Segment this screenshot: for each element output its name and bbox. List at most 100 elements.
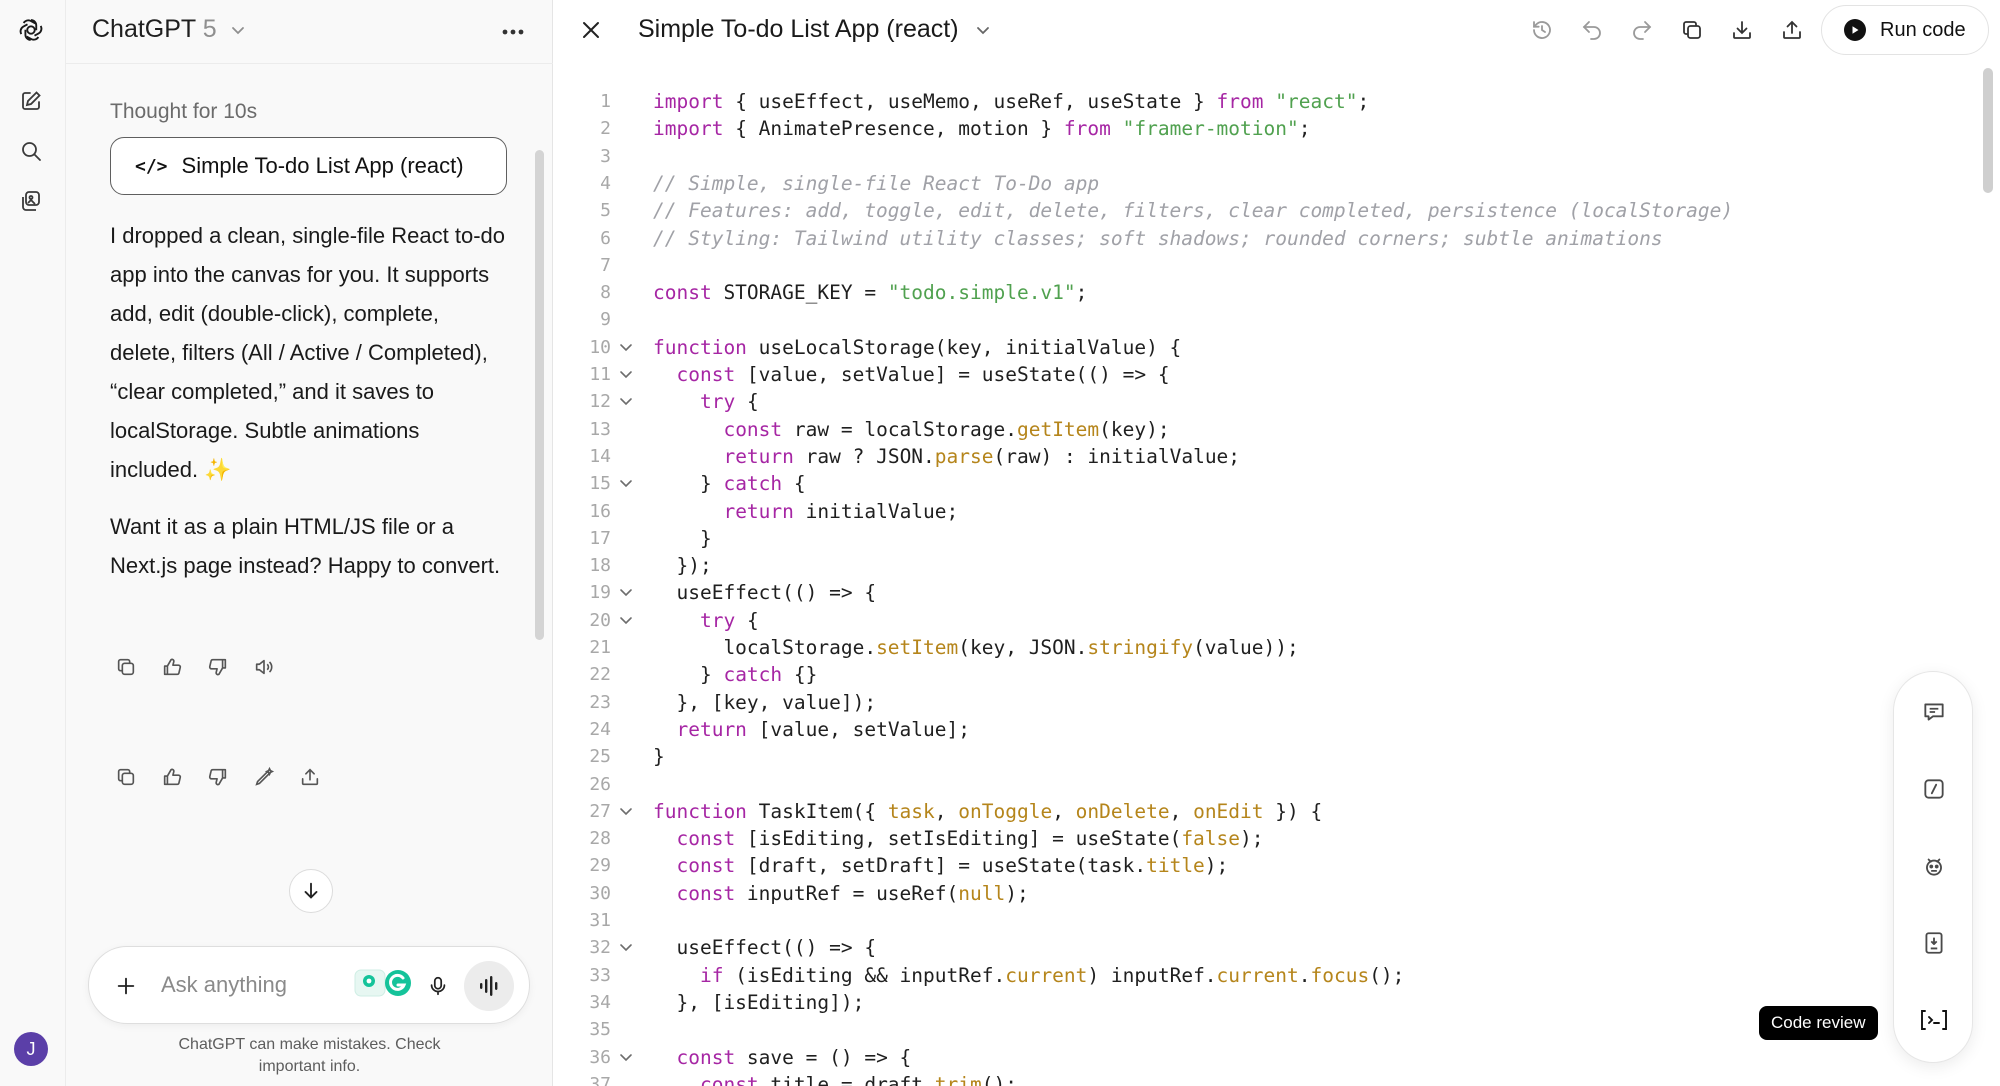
port-language-icon[interactable] bbox=[1918, 927, 1950, 959]
code-line[interactable]: 28 const [isEditing, setIsEditing] = use… bbox=[553, 825, 1973, 852]
line-number: 20 bbox=[589, 609, 611, 631]
edit-canvas-icon[interactable] bbox=[248, 761, 280, 793]
thumbs-down-icon[interactable] bbox=[202, 761, 234, 793]
openai-logo-icon[interactable] bbox=[16, 15, 46, 45]
microphone-icon[interactable] bbox=[423, 971, 453, 1001]
line-number: 26 bbox=[589, 773, 611, 795]
code-line[interactable]: 4 // Simple, single-file React To-Do app bbox=[553, 170, 1973, 197]
code-line[interactable]: 3 bbox=[553, 143, 1973, 170]
composer-input[interactable]: Ask anything bbox=[161, 972, 287, 998]
code-line[interactable]: 6 // Styling: Tailwind utility classes; s… bbox=[553, 225, 1973, 252]
model-selector[interactable]: ChatGPT 5 bbox=[92, 15, 246, 45]
thumbs-up-icon[interactable] bbox=[156, 651, 188, 683]
fix-bugs-icon[interactable] bbox=[1918, 850, 1950, 882]
canvas-shortcuts-toolbar bbox=[1893, 671, 1973, 1063]
code-line[interactable]: 12 try { bbox=[553, 388, 1973, 415]
line-number: 21 bbox=[589, 637, 611, 658]
run-code-label: Run code bbox=[1880, 18, 1966, 41]
code-scrollbar[interactable] bbox=[1983, 68, 1993, 193]
line-number: 10 bbox=[589, 336, 611, 358]
code-line[interactable]: 2 import { AnimatePresence, motion } from… bbox=[553, 115, 1973, 142]
line-number: 5 bbox=[600, 200, 611, 222]
line-number: 22 bbox=[589, 664, 611, 686]
redo-icon[interactable] bbox=[1625, 13, 1659, 47]
line-number: 19 bbox=[589, 582, 611, 604]
copy-icon[interactable] bbox=[110, 651, 142, 683]
code-line[interactable]: 19 useEffect(() => { bbox=[553, 579, 1973, 606]
code-line[interactable]: 18 }); bbox=[553, 552, 1973, 579]
undo-icon[interactable] bbox=[1575, 13, 1609, 47]
plus-icon[interactable] bbox=[111, 971, 141, 1001]
message-paragraph: I dropped a clean, single-file React to-… bbox=[110, 223, 506, 482]
search-icon[interactable] bbox=[16, 136, 46, 166]
copy-icon[interactable] bbox=[110, 761, 142, 793]
code-line[interactable]: 14 return raw ? JSON.parse(raw) : initia… bbox=[553, 443, 1973, 470]
scroll-down-button[interactable] bbox=[289, 869, 333, 913]
code-line[interactable]: 33 if (isEditing && inputRef.current) in… bbox=[553, 962, 1973, 989]
code-line[interactable]: 27 function TaskItem({ task, onToggle, on… bbox=[553, 798, 1973, 825]
code-line[interactable]: 15 } catch { bbox=[553, 470, 1973, 497]
code-line[interactable]: 25} bbox=[553, 743, 1973, 770]
thumbs-down-icon[interactable] bbox=[202, 651, 234, 683]
code-review-icon[interactable] bbox=[1918, 1004, 1950, 1036]
chat-scrollbar[interactable] bbox=[535, 150, 544, 640]
thought-label[interactable]: Thought for 10s bbox=[110, 100, 257, 124]
code-line[interactable]: 23 }, [key, value]); bbox=[553, 689, 1973, 716]
code-line[interactable]: 36 const save = () => { bbox=[553, 1044, 1973, 1071]
new-chat-icon[interactable] bbox=[16, 86, 46, 116]
read-aloud-icon[interactable] bbox=[248, 651, 280, 683]
line-number: 24 bbox=[589, 718, 611, 740]
code-line[interactable]: 37 const title = draft.trim(); bbox=[553, 1071, 1973, 1086]
code-line[interactable]: 11 const [value, setValue] = useState(()… bbox=[553, 361, 1973, 388]
code-text: return [value, setValue]; bbox=[676, 717, 970, 741]
code-line[interactable]: 8 const STORAGE_KEY = "todo.simple.v1"; bbox=[553, 279, 1973, 306]
code-line[interactable]: 7 bbox=[553, 252, 1973, 279]
grammarly-icon[interactable] bbox=[354, 967, 414, 999]
more-options-icon[interactable] bbox=[498, 17, 528, 47]
code-line[interactable]: 29 const [draft, setDraft] = useState(ta… bbox=[553, 852, 1973, 879]
code-line[interactable]: 17 } bbox=[553, 525, 1973, 552]
code-line[interactable]: 10 function useLocalStorage(key, initialV… bbox=[553, 334, 1973, 361]
line-number: 32 bbox=[589, 937, 611, 959]
download-icon[interactable] bbox=[1725, 13, 1759, 47]
share-icon[interactable] bbox=[1775, 13, 1809, 47]
share-icon[interactable] bbox=[294, 761, 326, 793]
code-line[interactable]: 22 } catch {} bbox=[553, 661, 1973, 688]
voice-mode-button[interactable] bbox=[464, 961, 514, 1011]
code-text: return initialValue; bbox=[723, 499, 959, 523]
line-number: 12 bbox=[589, 391, 611, 413]
code-line[interactable]: 32 useEffect(() => { bbox=[553, 934, 1973, 961]
chat-header: ChatGPT 5 bbox=[66, 0, 553, 64]
code-line[interactable]: 13 const raw = localStorage.getItem(key)… bbox=[553, 416, 1973, 443]
code-text: } bbox=[653, 745, 665, 769]
code-line[interactable]: 31 bbox=[553, 907, 1973, 934]
code-line[interactable]: 30 const inputRef = useRef(null); bbox=[553, 880, 1973, 907]
document-title[interactable]: Simple To-do List App (react) bbox=[638, 15, 991, 45]
code-line[interactable]: 24 return [value, setValue]; bbox=[553, 716, 1973, 743]
code-line[interactable]: 16 return initialValue; bbox=[553, 498, 1973, 525]
code-line[interactable]: 5 // Features: add, toggle, edit, delete,… bbox=[553, 197, 1973, 224]
line-number: 11 bbox=[589, 364, 611, 385]
code-line[interactable]: 26 bbox=[553, 771, 1973, 798]
canvas-card-button[interactable]: </> Simple To-do List App (react) bbox=[110, 137, 507, 195]
library-icon[interactable] bbox=[16, 186, 46, 216]
code-line[interactable]: 1 import { useEffect, useMemo, useRef, us… bbox=[553, 88, 1973, 115]
add-logs-icon[interactable] bbox=[1918, 773, 1950, 805]
add-comments-icon[interactable] bbox=[1918, 696, 1950, 728]
line-number: 33 bbox=[589, 964, 611, 986]
thumbs-up-icon[interactable] bbox=[156, 761, 188, 793]
code-line[interactable]: 20 try { bbox=[553, 607, 1973, 634]
code-text: }, [isEditing]); bbox=[653, 990, 865, 1014]
code-text: // Simple, single-file React To-Do app bbox=[653, 171, 1100, 195]
code-text: const title = draft.trim(); bbox=[699, 1072, 1017, 1086]
close-icon[interactable] bbox=[575, 14, 607, 46]
copy-icon[interactable] bbox=[1675, 13, 1709, 47]
history-icon[interactable] bbox=[1525, 13, 1559, 47]
code-text: useEffect(() => { bbox=[653, 581, 877, 605]
avatar[interactable]: J bbox=[14, 1032, 48, 1066]
code-line[interactable]: 9 bbox=[553, 306, 1973, 333]
chevron-down-icon bbox=[230, 16, 246, 45]
code-text: } bbox=[653, 526, 712, 550]
code-line[interactable]: 21 localStorage.setItem(key, JSON.string… bbox=[553, 634, 1973, 661]
run-code-button[interactable]: Run code bbox=[1821, 5, 1989, 55]
